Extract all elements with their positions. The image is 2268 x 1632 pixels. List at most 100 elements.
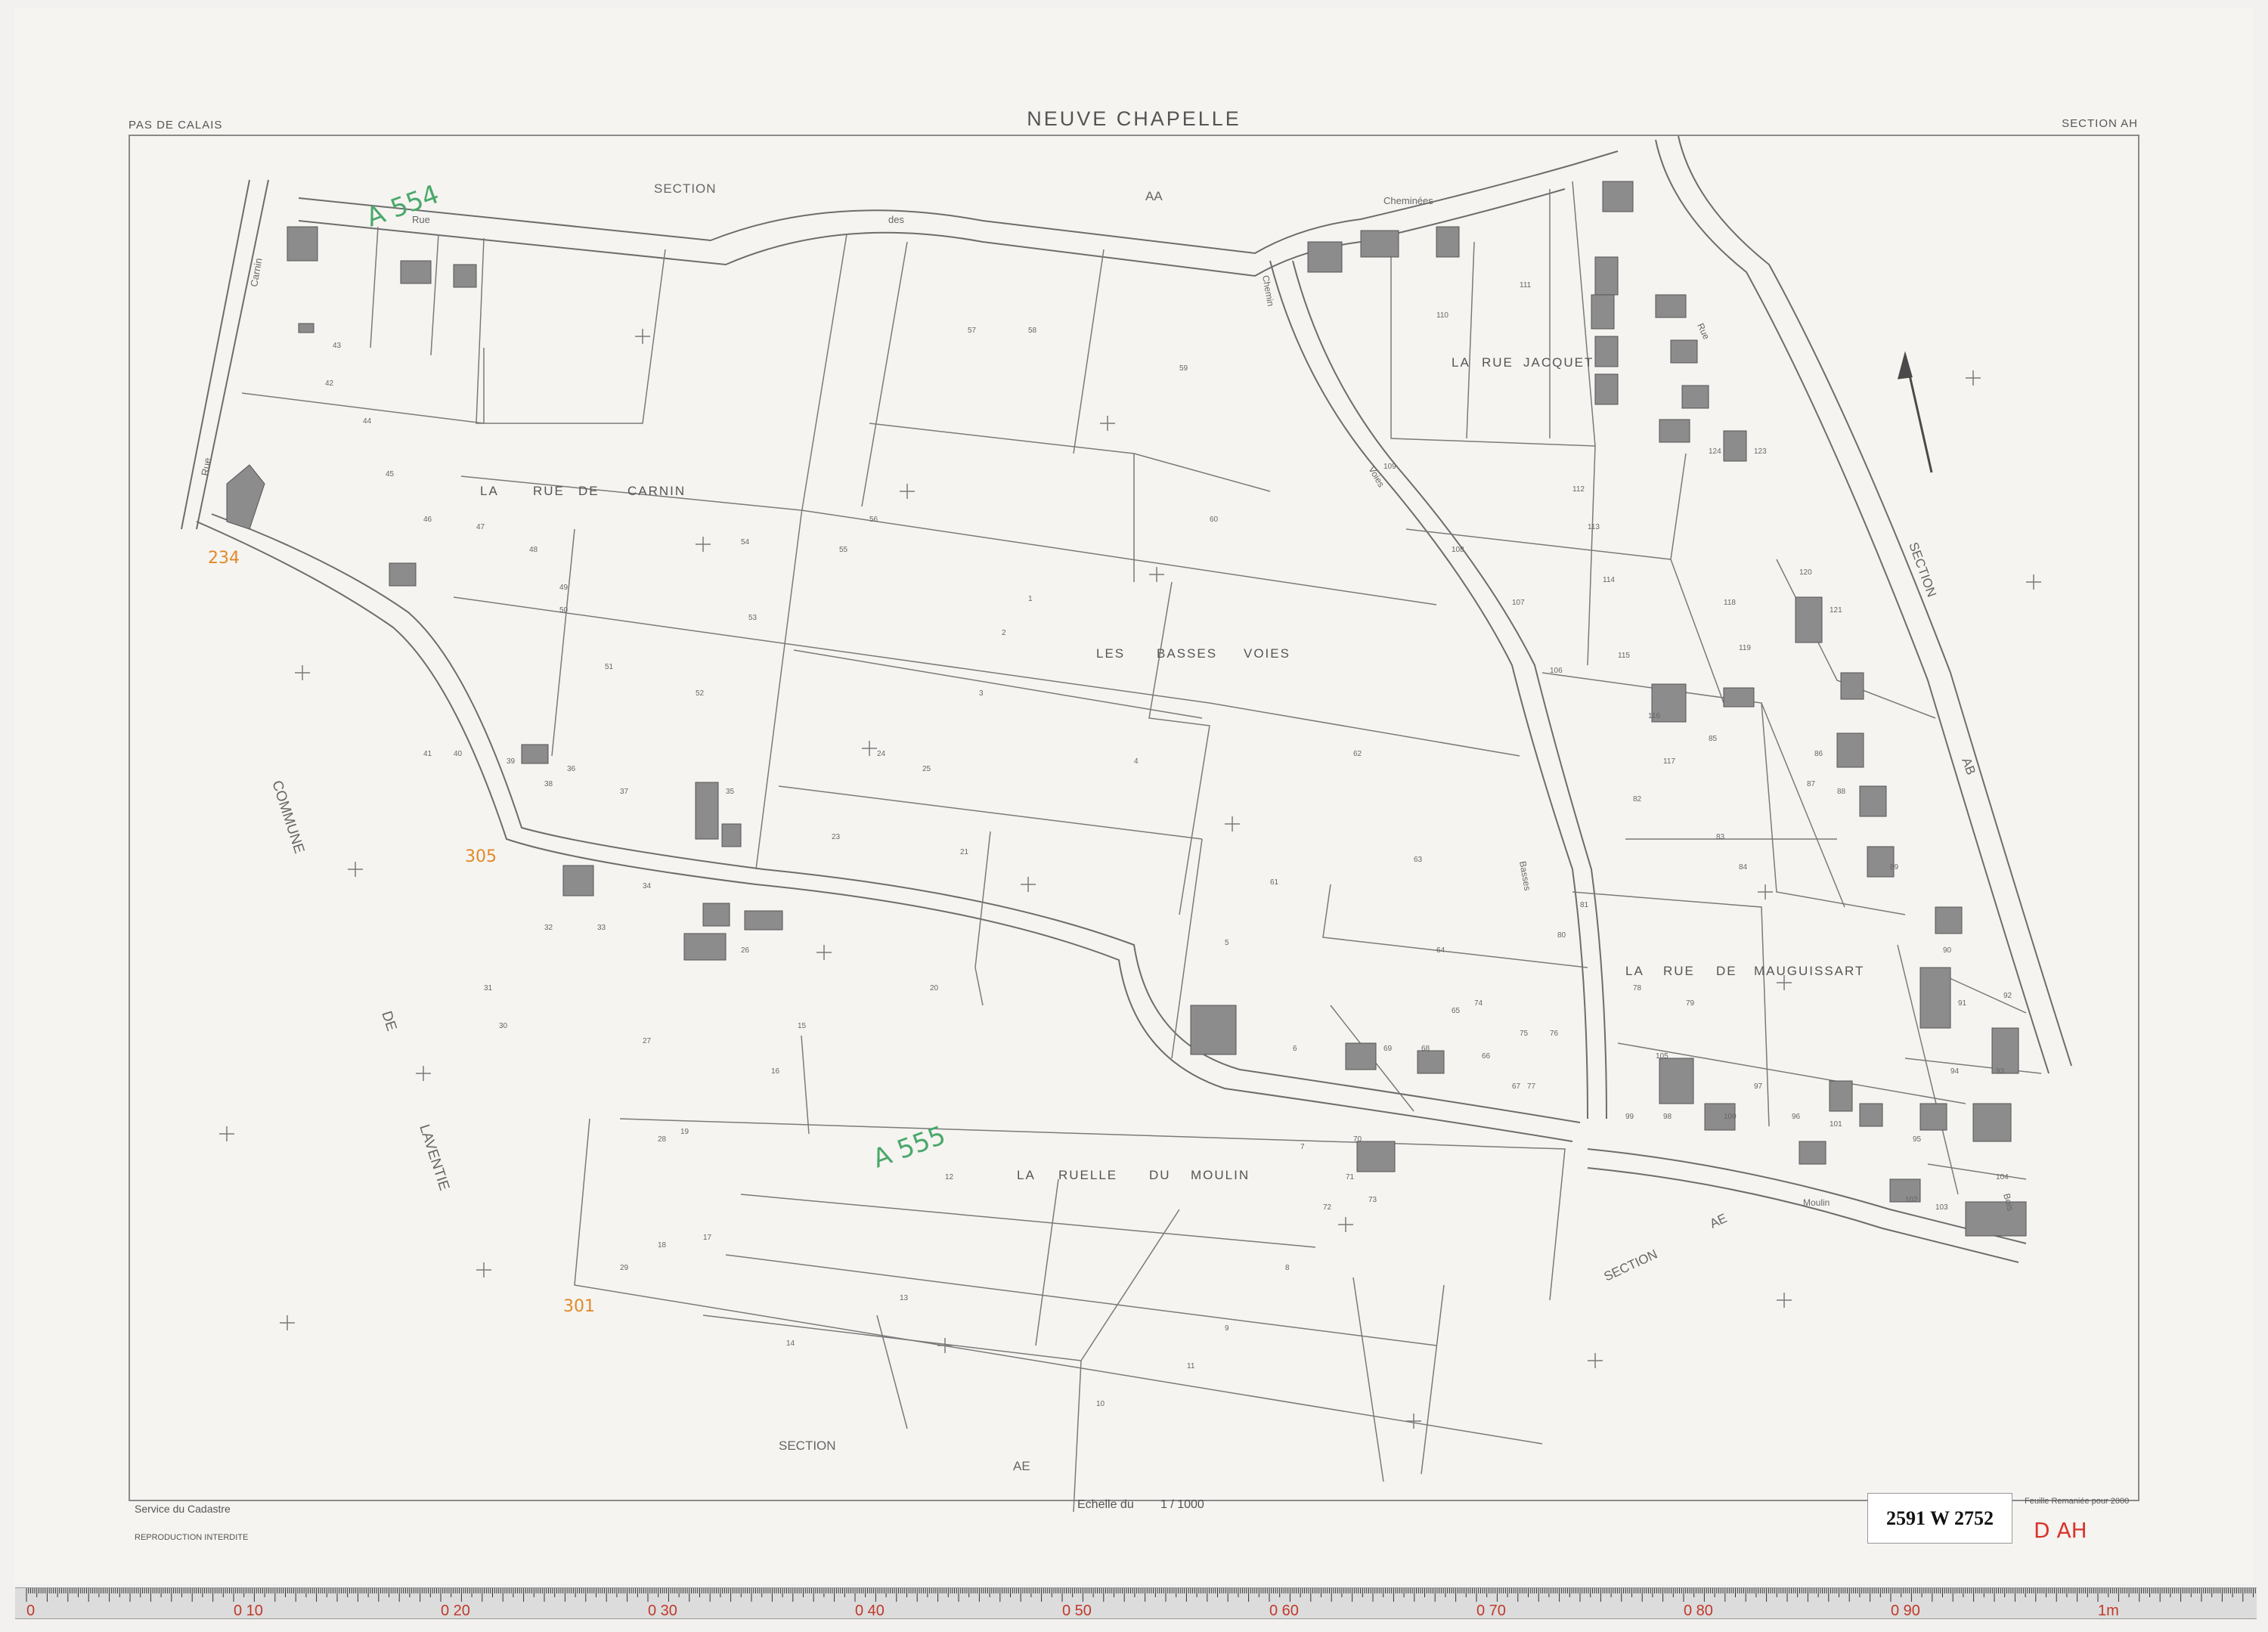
parcel-number: 116 (1648, 712, 1660, 720)
parcel-number: 54 (741, 538, 750, 547)
locality-basses-voies-3: VOIES (1244, 646, 1290, 661)
parcel-number: 38 (544, 780, 553, 788)
section-aa-label-1: SECTION (654, 181, 717, 196)
parcel-number: 28 (658, 1135, 667, 1144)
building (1594, 336, 1619, 367)
parcel-number: 67 (1512, 1082, 1521, 1091)
locality-rue-jacquet-2: RUE (1482, 355, 1514, 370)
locality-rue-de-carnin-3: DE (578, 484, 600, 498)
parcel-number: 80 (1557, 931, 1566, 940)
parcel-number: 8 (1285, 1264, 1290, 1272)
building (389, 562, 417, 587)
road-chemin-basses-voies (1269, 260, 1588, 1119)
parcel-number: 17 (703, 1234, 712, 1242)
chemin-basses-voies-4: Basses (1517, 860, 1533, 891)
parcel-number: 95 (1913, 1135, 1922, 1144)
parcel-number: 30 (499, 1022, 508, 1030)
building (1935, 906, 1963, 934)
building (1840, 672, 1864, 700)
parcel-number: 48 (529, 546, 538, 554)
building (1836, 732, 1864, 768)
parcel-number: 31 (484, 984, 493, 993)
cadastral-map: SECTION AA SECTION AB SECTION AE SECTION… (181, 135, 2072, 1513)
parcel-number: 73 (1368, 1196, 1377, 1204)
building (226, 464, 265, 530)
parcel-number: 14 (786, 1339, 795, 1348)
parcel-number: 9 (1225, 1324, 1229, 1333)
building (453, 264, 477, 288)
locality-basses-voies-2: BASSES (1157, 646, 1217, 661)
parcel-number: 115 (1618, 652, 1630, 660)
parcel-number: 23 (832, 833, 841, 841)
parcel-number: 2 (1002, 629, 1006, 637)
parcel-number: 49 (559, 584, 569, 592)
section-ab-label-1: SECTION (1906, 540, 1939, 599)
locality-mauguissart-2: RUE (1663, 964, 1695, 978)
locality-rue-jacquet-1: LA (1452, 355, 1470, 370)
green-annotation-a554: A 554 (362, 179, 443, 233)
parcel-number: 1 (1028, 595, 1033, 603)
section-ab-label-2: AB (1959, 756, 1978, 777)
building (1436, 226, 1460, 258)
parcel-number: 83 (1716, 833, 1725, 841)
parcel-number: 102 (1905, 1196, 1918, 1204)
parcel-number: 112 (1572, 485, 1585, 494)
parcel-number: 3 (979, 689, 984, 698)
parcel-number: 50 (559, 606, 569, 615)
orange-annotation-234: 234 (208, 549, 240, 568)
parcel-number: 45 (386, 470, 395, 478)
parcel-number: 11 (1187, 1362, 1195, 1370)
parcel-number: 27 (643, 1037, 652, 1045)
parcel-number: 58 (1028, 327, 1037, 335)
parcel-number: 71 (1346, 1173, 1355, 1181)
building (400, 260, 432, 284)
archive-reference-label: 2591 W 2752 (1867, 1493, 2012, 1544)
parcel-number: 55 (839, 546, 848, 554)
remaniee-label: Feuille Remaniée pour 2000 (2025, 1497, 2130, 1506)
parcel-number: 60 (1210, 516, 1219, 524)
section-ae-right-label-2: AE (1708, 1211, 1730, 1231)
parcel-number: 107 (1512, 599, 1525, 607)
parcel-number: 74 (1474, 999, 1483, 1008)
parcel-number: 61 (1270, 878, 1279, 887)
parcel-number: 90 (1943, 946, 1952, 955)
scale-label: Echelle du (1077, 1498, 1134, 1511)
building (298, 323, 314, 333)
ruler-label: 0 80 (1684, 1603, 1713, 1618)
building (1307, 241, 1343, 273)
building (1594, 373, 1619, 405)
building (1345, 1042, 1377, 1070)
building (1799, 1141, 1826, 1165)
building (1919, 967, 1951, 1029)
parcel-number: 68 (1421, 1045, 1430, 1053)
parcel-number: 103 (1935, 1203, 1948, 1212)
roads (181, 135, 2072, 1263)
locality-rue-jacquet-3: JACQUET (1523, 355, 1594, 370)
ruler-label: 0 30 (648, 1603, 677, 1618)
building (1681, 385, 1709, 409)
handwritten-annotations: A 554 A 555 234 305 301 (208, 179, 950, 1316)
building (1965, 1201, 2027, 1237)
parcel-number: 89 (1890, 863, 1899, 872)
parcel-number: 53 (748, 614, 758, 622)
parcel-number: 21 (960, 848, 969, 856)
parcel-number: 25 (922, 765, 931, 773)
locality-mauguissart-4: MAUGUISSART (1754, 964, 1864, 978)
building (695, 782, 719, 840)
parcel-number: 43 (333, 342, 342, 350)
parcel-number: 114 (1603, 576, 1615, 584)
building (702, 903, 730, 927)
parcel-number: 117 (1663, 757, 1675, 766)
parcel-number: 121 (1830, 606, 1842, 615)
rue-du-bois-1: Rue (1695, 321, 1712, 341)
parcel-number: 113 (1588, 523, 1600, 531)
parcel-number: 18 (658, 1241, 667, 1250)
building (1594, 256, 1619, 296)
parcel-number: 85 (1709, 735, 1718, 743)
parcel-number: 106 (1550, 667, 1563, 675)
parcel-number: 41 (423, 750, 432, 758)
ruler-label: 0 (26, 1603, 35, 1618)
parcel-number: 16 (771, 1067, 780, 1076)
ruler-label: 0 50 (1062, 1603, 1092, 1618)
ruler-label: 0 40 (855, 1603, 885, 1618)
